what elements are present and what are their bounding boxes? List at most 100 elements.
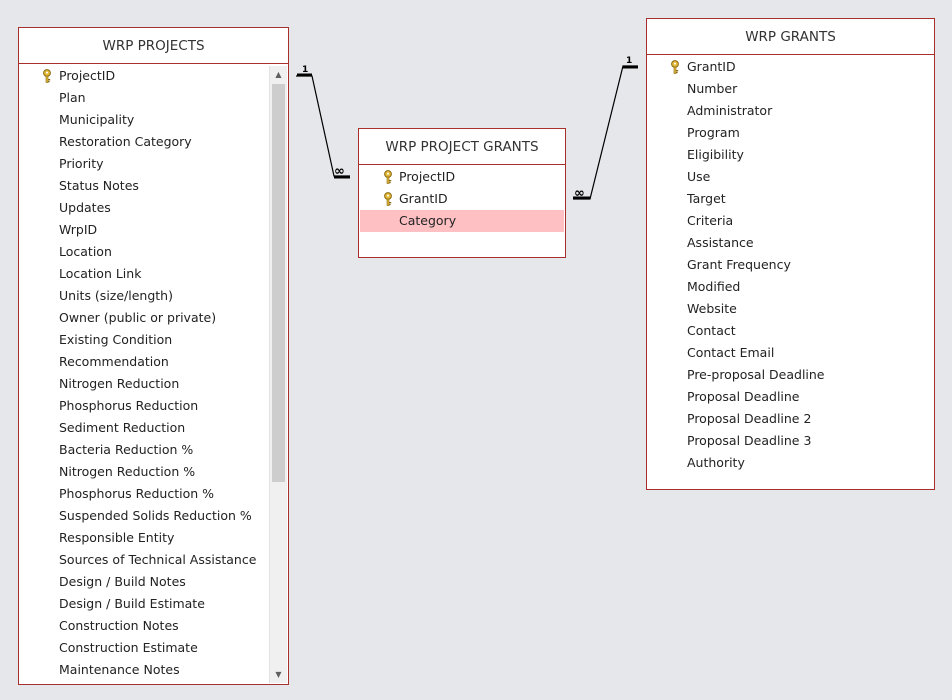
field-row[interactable]: Owner (public or private)	[19, 307, 269, 329]
field-row[interactable]: ProjectID	[360, 166, 564, 188]
scroll-thumb[interactable]	[272, 84, 285, 482]
field-row[interactable]: Construction Estimate	[19, 637, 269, 659]
field-row[interactable]: GrantID	[360, 188, 564, 210]
table-title[interactable]: WRP PROJECT GRANTS	[359, 129, 565, 165]
field-name: Pre-proposal Deadline	[687, 367, 825, 382]
field-name: Use	[687, 169, 711, 184]
table-wrp-project-grants[interactable]: WRP PROJECT GRANTS ProjectID GrantID Categ…	[358, 128, 566, 258]
field-name: Sources of Technical Assistance	[59, 552, 257, 567]
field-row[interactable]: Proposal Deadline 3	[647, 430, 934, 452]
field-name: Location Link	[59, 266, 142, 281]
field-name: Nitrogen Reduction	[59, 376, 180, 391]
field-row[interactable]: Phosphorus Reduction	[19, 395, 269, 417]
field-name: Phosphorus Reduction	[59, 398, 199, 413]
field-row[interactable]: Proposal Deadline 2	[647, 408, 934, 430]
field-row[interactable]: Target	[647, 188, 934, 210]
field-name: Updates	[59, 200, 111, 215]
field-name: Construction Estimate	[59, 640, 198, 655]
primary-key-icon	[382, 191, 394, 206]
field-name: Suspended Solids Reduction %	[59, 508, 252, 523]
field-row[interactable]: Location	[19, 241, 269, 263]
field-row[interactable]: Phosphorus Reduction %	[19, 483, 269, 505]
field-row[interactable]: Number	[647, 78, 934, 100]
field-row[interactable]: Authority	[647, 452, 934, 474]
field-row[interactable]: Modified	[647, 276, 934, 298]
primary-key-icon	[382, 169, 394, 184]
field-name: ProjectID	[59, 68, 116, 83]
field-row[interactable]: Design / Build Notes	[19, 571, 269, 593]
field-row[interactable]: Suspended Solids Reduction %	[19, 505, 269, 527]
field-row[interactable]: Municipality	[19, 109, 269, 131]
field-row[interactable]: Assistance	[647, 232, 934, 254]
table-title[interactable]: WRP GRANTS	[647, 19, 934, 55]
field-name: Assistance	[687, 235, 754, 250]
table-wrp-projects[interactable]: WRP PROJECTS ProjectID Plan Municipality Re…	[18, 27, 289, 685]
field-name: Restoration Category	[59, 134, 192, 149]
field-name: Target	[687, 191, 726, 206]
field-name: GrantID	[687, 59, 736, 74]
field-name: Modified	[687, 279, 741, 294]
field-row[interactable]: Plan	[19, 87, 269, 109]
field-row[interactable]: Status Notes	[19, 175, 269, 197]
field-name: Design / Build Estimate	[59, 596, 205, 611]
field-row[interactable]: Pre-proposal Deadline	[647, 364, 934, 386]
field-name: WrpID	[59, 222, 98, 237]
field-row[interactable]: Updates	[19, 197, 269, 219]
field-row[interactable]: Restoration Category	[19, 131, 269, 153]
table-title[interactable]: WRP PROJECTS	[19, 28, 288, 64]
field-row[interactable]: Nitrogen Reduction	[19, 373, 269, 395]
one-label: 1	[302, 65, 308, 75]
field-row[interactable]: Sources of Technical Assistance	[19, 549, 269, 571]
field-row[interactable]: Grant Frequency	[647, 254, 934, 276]
relationship-projects-to-project-grants[interactable]: 1 ∞	[296, 65, 350, 179]
field-row[interactable]: Administrator	[647, 100, 934, 122]
field-row[interactable]: Priority	[19, 153, 269, 175]
primary-key-icon	[669, 59, 681, 74]
field-row[interactable]: Bacteria Reduction %	[19, 439, 269, 461]
field-row[interactable]: ProjectID	[19, 65, 269, 87]
field-name: Phosphorus Reduction %	[59, 486, 215, 501]
field-row[interactable]: Contact	[647, 320, 934, 342]
field-name: Sediment Reduction	[59, 420, 186, 435]
field-row[interactable]: Location Link	[19, 263, 269, 285]
field-name: Contact Email	[687, 345, 775, 360]
field-name: Existing Condition	[59, 332, 173, 347]
field-name: Municipality	[59, 112, 135, 127]
field-row[interactable]: WrpID	[19, 219, 269, 241]
field-row[interactable]: Category	[360, 210, 564, 232]
field-row[interactable]: Criteria	[647, 210, 934, 232]
field-row[interactable]: Sediment Reduction	[19, 417, 269, 439]
field-name: Category	[399, 213, 457, 228]
field-name: Bacteria Reduction %	[59, 442, 194, 457]
field-row[interactable]: Proposal Deadline	[647, 386, 934, 408]
field-name: Eligibility	[687, 147, 744, 162]
field-row[interactable]: Recommendation	[19, 351, 269, 373]
field-name: Number	[687, 81, 738, 96]
field-name: Recommendation	[59, 354, 169, 369]
field-row[interactable]: Units (size/length)	[19, 285, 269, 307]
scroll-down-icon[interactable]: ▼	[270, 666, 287, 683]
field-row[interactable]: Nitrogen Reduction %	[19, 461, 269, 483]
field-row[interactable]: Program	[647, 122, 934, 144]
scroll-up-icon[interactable]: ▲	[270, 66, 287, 83]
field-row[interactable]: Contact Email	[647, 342, 934, 364]
field-row[interactable]: Use	[647, 166, 934, 188]
field-row[interactable]: Construction Notes	[19, 615, 269, 637]
field-name: Status Notes	[59, 178, 139, 193]
field-row[interactable]: GrantID	[647, 56, 934, 78]
field-row[interactable]: Eligibility	[647, 144, 934, 166]
field-name: Units (size/length)	[59, 288, 173, 303]
field-name: Construction Notes	[59, 618, 179, 633]
field-name: Program	[687, 125, 740, 140]
field-name: Nitrogen Reduction %	[59, 464, 196, 479]
relationship-grants-to-project-grants[interactable]: 1 ∞	[573, 56, 638, 201]
field-row[interactable]: Website	[647, 298, 934, 320]
table-wrp-grants[interactable]: WRP GRANTS GrantID Number Administrator Pro…	[646, 18, 935, 490]
vertical-scrollbar[interactable]: ▲ ▼	[269, 66, 287, 683]
field-name: GrantID	[399, 191, 448, 206]
field-row[interactable]: Maintenance Notes	[19, 659, 269, 681]
field-name: Responsible Entity	[59, 530, 175, 545]
field-row[interactable]: Responsible Entity	[19, 527, 269, 549]
field-row[interactable]: Existing Condition	[19, 329, 269, 351]
field-row[interactable]: Design / Build Estimate	[19, 593, 269, 615]
